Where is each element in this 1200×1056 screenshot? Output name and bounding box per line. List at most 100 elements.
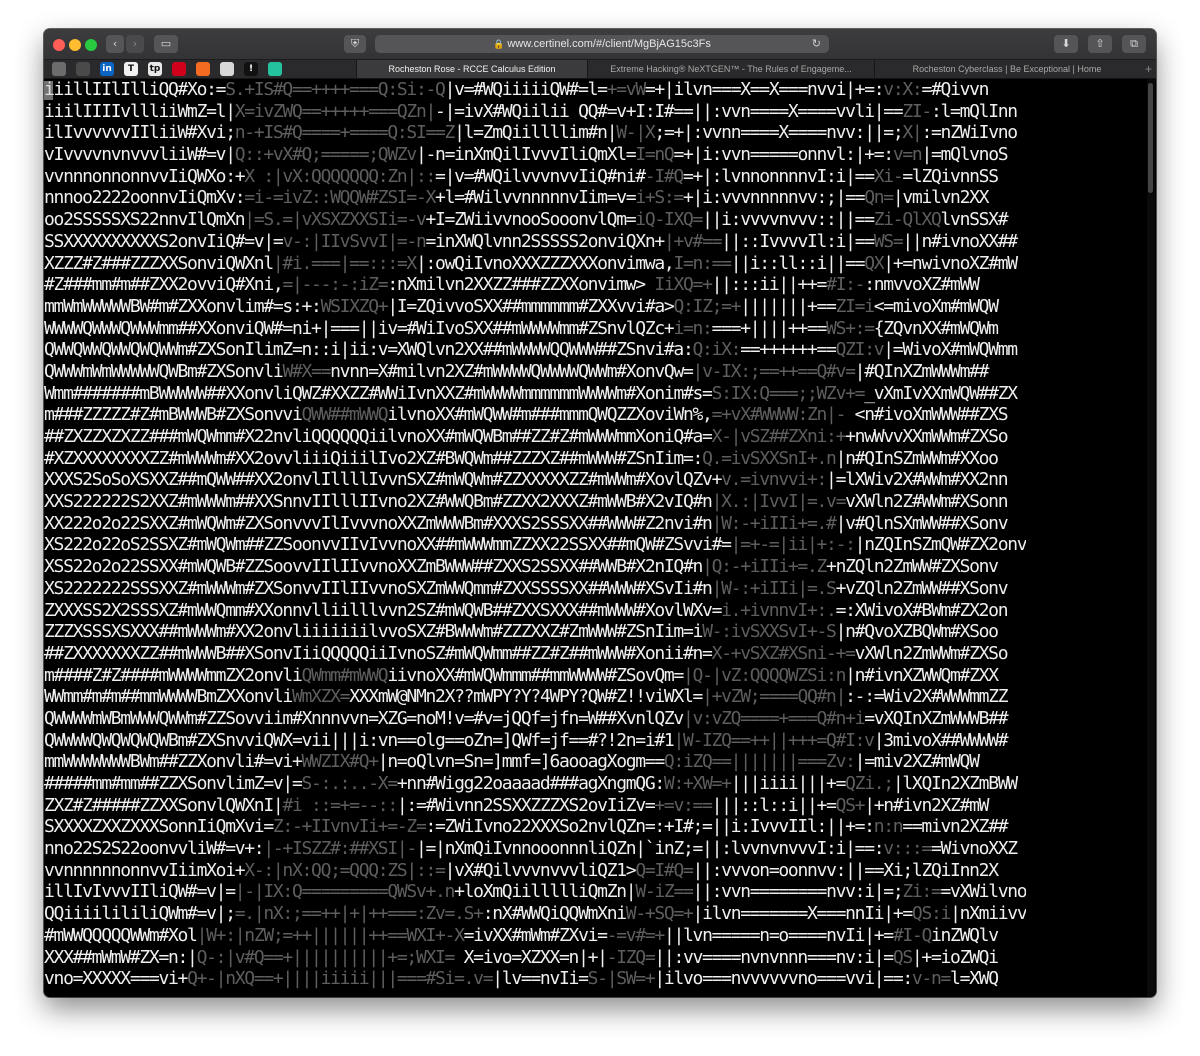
ascii-segment: |||||||===Zv: [730, 751, 856, 773]
ascii-segment: =+|:lvnnonnnnvI:i|== [683, 165, 875, 187]
ascii-segment: |:=#Wivnn2SSXXZZZXS2ovIiZv= [396, 794, 656, 816]
ascii-segment: |+=ioZWQi [911, 946, 999, 968]
favorite-nyt-icon[interactable]: T [124, 62, 138, 76]
ascii-segment: :nX#WWQiQQWmXni [482, 903, 627, 925]
ascii-line: ilIvvvvvvIIliiW#Xvi;n-+IS#Q====+====Q:SI… [44, 122, 1026, 144]
ascii-segment: ||:vv====nvnvnnn===nv:i|= [654, 946, 894, 968]
ascii-segment: =#Qivvn [921, 79, 989, 100]
ascii-segment: lZQiInn2X [911, 859, 999, 881]
ascii-segment: XX222o2o22SXXZ#mWQWm#ZXSonvvvIlIvvvnoXXZ… [44, 512, 713, 534]
ascii-segment: =WivnoXXZ [930, 838, 1018, 860]
ascii-segment: :nXmilvn2XXZZ###ZZXXonvimw> [387, 274, 646, 296]
forward-icon: › [132, 37, 138, 50]
ascii-segment: |:owQiIvnoXXXZZZXXXonvimwa, [415, 252, 675, 274]
ascii-segment: :=nZWiIvno [921, 122, 1018, 144]
ascii-segment: |-n=inXmQilIvvvIliQmXl= [415, 144, 637, 166]
ascii-line: iiilIIIIvllliiWmZ=l|X=ivZWQ==+++++===QZn… [44, 101, 1026, 123]
ascii-segment: |l=ZmQiillllim#n| [454, 122, 617, 144]
scrollbar[interactable] [1147, 79, 1155, 997]
ascii-segment: XXX##mWmW#ZX=n:| [44, 946, 198, 968]
favorite-red-icon[interactable] [172, 62, 186, 76]
ascii-segment: vXWln2Z#WWm#XSonn [845, 491, 1008, 513]
ascii-segment: ||n#ivnoXX## [902, 230, 1018, 252]
page-content[interactable]: iiillIIlIlliQQ#Xo:=S.+IS#Q==++++===Q:Si:… [44, 79, 1156, 997]
ascii-line: #mWWQQQQQWWm#Xol|W+:|nZW;=++||||||++==WX… [44, 925, 1026, 947]
ascii-line: #####mm#mm##ZZXSonvlimZ=v|=S-:.:..-X=+nn… [44, 773, 1026, 795]
address-bar[interactable]: 🔒 www.certinel.com/#/client/MgBjAG15c3Fs … [375, 35, 829, 53]
ascii-segment: QZI:v [835, 339, 885, 361]
ascii-segment: X| [902, 122, 922, 144]
ascii-segment: |+=nwivnoXZ#mW [883, 252, 1018, 274]
ascii-segment: Q:iX: [692, 339, 742, 361]
favorite-camera-icon[interactable] [220, 62, 234, 76]
favorite-black-icon[interactable]: ! [244, 62, 258, 76]
ascii-segment: WWmm#m#m##mmWWWWBmZXXonvli [44, 686, 293, 708]
share-button[interactable]: ⇧ [1088, 35, 1112, 53]
tab-extreme-hacking[interactable]: Extreme Hacking® NeXTGEN™ - The Rules of… [587, 60, 874, 78]
downloads-button[interactable]: ⬇ [1054, 35, 1078, 53]
ascii-segment: Xi- [873, 165, 904, 187]
ascii-segment: QWWWWmWBmWWWQWWm#ZZSovviim#Xnnnvvn=XZG=n… [44, 707, 684, 729]
ascii-segment: Q-:|v#Q==+||||||||||+=;WXI= [196, 946, 456, 968]
zoom-window-button[interactable] [85, 39, 97, 51]
ascii-segment: =|v=#WQilvvvnvvIiQ#ni# [435, 165, 646, 187]
ascii-line: XXS222222S2XXZ#mWWWm##XXSnnvIIlllIIvno2X… [44, 491, 1026, 513]
favorite-2-icon[interactable] [76, 62, 90, 76]
ascii-line: QWWWmWmWWWWWQWBm#ZXSonvliW#X==nvnn=X#mil… [44, 361, 1026, 383]
favorite-teal-icon[interactable] [268, 62, 282, 76]
ascii-segment: n-+IS#Q====+====Q:SI==Z [234, 122, 456, 144]
privacy-report-button[interactable]: ⛨ [344, 35, 366, 53]
ascii-segment: X-|vSZ##ZXni:+ [711, 426, 847, 447]
tab-cyberclass-home[interactable]: Rocheston Cyberclass | Be Exceptional | … [874, 60, 1139, 78]
ascii-segment: -IZQ= [606, 946, 656, 968]
ascii-segment: QQiiiilililiQWm#=v|; [44, 903, 236, 925]
ascii-segment: |3mivoX##WWWW# [873, 729, 1009, 751]
ascii-segment: +nn#Wigg22oaaaad###agXngmQG: [396, 773, 665, 794]
ascii-line: illIvIvvvIIliQW#=v|=|-|IX:Q=========QWSv… [44, 881, 1026, 903]
ascii-segment: :=ZWiIvno22XXXSo2nvlQZn=:+I#;=||i:IvvvII… [425, 816, 875, 838]
ascii-segment: ||lvn=====n=o====nvIi|+= [663, 924, 894, 946]
ascii-segment: X-:|nX:QQ;=QQQ:ZS|::= [244, 859, 446, 881]
ascii-segment: |-+ISZZ#:##XSI|- [263, 838, 417, 860]
new-tab-button[interactable]: + [1145, 60, 1152, 78]
ascii-segment: SSXXXXXXXXXXS2onvIiQ#=v|= [44, 230, 284, 252]
ascii-segment: I=nQ [635, 144, 674, 166]
download-icon: ⬇ [1061, 37, 1071, 50]
ascii-segment: S:IX:Q===;;WZv+= [711, 382, 866, 404]
favorite-orange-icon[interactable] [196, 62, 210, 76]
forward-button[interactable]: › [126, 35, 144, 53]
ascii-segment: =:XWivoX#BWm#ZX2on [835, 599, 1009, 621]
ascii-segment: i+S:= [635, 187, 684, 209]
close-window-button[interactable] [53, 39, 65, 51]
ascii-segment: ZI- [902, 100, 932, 122]
favorite-linkedin-icon[interactable]: in [100, 62, 114, 76]
ascii-segment: =|---:-:iZ= [282, 274, 388, 296]
tab-overview-button[interactable]: ⧉ [1122, 35, 1146, 53]
ascii-segment: XS2222222SSSXXZ#mWWWm#ZXSonvvIIlIIvvnoSX… [44, 577, 713, 599]
ascii-segment: ||i::ll::i||== [730, 252, 866, 274]
favorite-tp-icon[interactable]: tp [148, 62, 162, 76]
reload-icon[interactable]: ↻ [812, 35, 821, 53]
ascii-line: #Z###mm#m##ZXX2ovviQ#Xni,=|---:-:iZ=:nXm… [44, 274, 1026, 296]
back-button[interactable]: ‹ [106, 35, 124, 53]
minimize-window-button[interactable] [69, 39, 81, 51]
ascii-segment: #XZXXXXXXXXZZ#mWWWm#XX2ovvliiiQiiilIvo2X… [44, 447, 703, 469]
sidebar-toggle-button[interactable]: ▭ [154, 35, 178, 53]
ascii-segment: v-n= [911, 968, 951, 990]
ascii-segment: |||||||+== [740, 295, 837, 317]
ascii-segment: #i ::=+=--:: [282, 794, 398, 816]
ascii-segment: #Z###mm#m##ZXX2ovviQ#Xni, [44, 274, 284, 296]
browser-window: ‹ › ▭ ⛨ 🔒 www.certinel.com/#/client/MgBjA… [44, 29, 1156, 997]
ascii-segment: |=mQlvnoS [921, 144, 1008, 166]
scrollbar-thumb[interactable] [1148, 83, 1153, 193]
ascii-segment: #I-Q [892, 924, 932, 946]
tab-rcce-calculus[interactable]: Rocheston Rose - RCCE Calculus Edition [356, 60, 587, 78]
ascii-segment: Z:-+IIvnvIi+=-Z= [272, 816, 427, 838]
ascii-line: #XZXXXXXXXXZZ#mWWWm#XX2ovvliiiQiiilIvo2X… [44, 448, 1026, 470]
ascii-segment: inZWQlv [930, 924, 999, 946]
ascii-segment: ==mivn2XZ## [902, 816, 1008, 838]
ascii-segment: +|i:vvvnnnnnvv:;|== [683, 187, 866, 209]
ascii-segment: QZi.; [845, 773, 894, 794]
favorite-1-icon[interactable] [52, 62, 66, 76]
ascii-segment: lvnSSX# [940, 209, 1009, 231]
